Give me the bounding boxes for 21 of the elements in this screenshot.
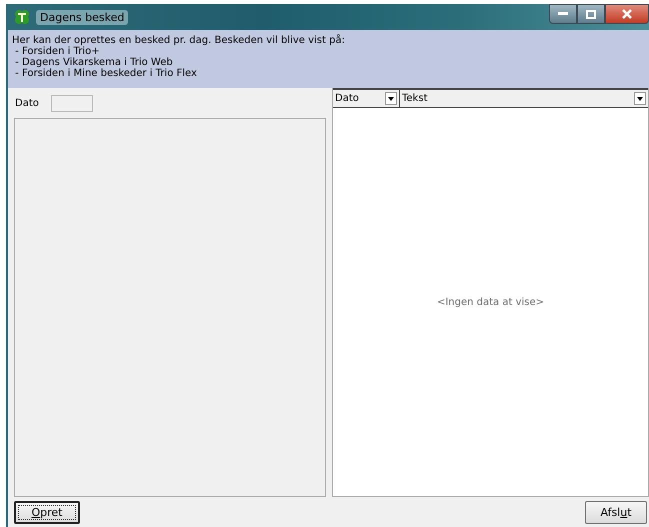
- info-text: - Dagens Vikarskema i Trio Web: [14, 57, 174, 68]
- create-button[interactable]: Opret: [14, 500, 80, 524]
- minimize-icon: [558, 12, 568, 16]
- close-dialog-button[interactable]: Afslut: [585, 500, 647, 524]
- date-field[interactable]: [50, 94, 93, 112]
- column-header[interactable]: Dato: [333, 90, 400, 107]
- empty-message: <Ingen data at vise>: [436, 296, 544, 308]
- date-label: Dato: [15, 98, 39, 108]
- close-button[interactable]: [605, 4, 649, 24]
- info-text: - Forsiden i Mine beskeder i Trio Flex: [14, 68, 198, 79]
- column-header[interactable]: Tekst: [400, 90, 648, 107]
- maximize-button[interactable]: [577, 4, 605, 24]
- dropdown-icon[interactable]: [385, 92, 397, 105]
- dropdown-icon[interactable]: [634, 92, 646, 105]
- app-logo-icon: [14, 9, 30, 25]
- maximize-icon: [586, 10, 596, 18]
- minimize-button[interactable]: [549, 4, 577, 24]
- window-title: Dagens besked: [36, 10, 128, 24]
- close-icon: [622, 9, 632, 19]
- info-text: - Forsiden i Trio+: [14, 46, 100, 57]
- info-text: Her kan der oprettes en besked pr. dag. Beskeden vil blive vist på:: [12, 35, 346, 46]
